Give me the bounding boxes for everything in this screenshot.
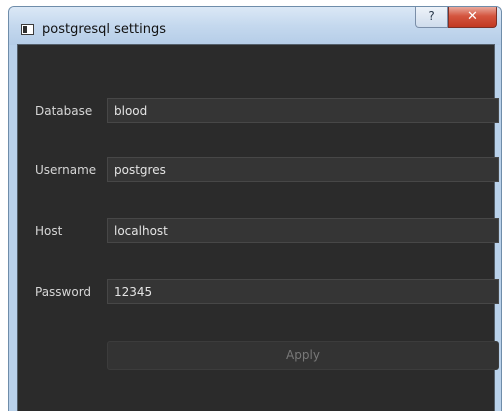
username-label: Username bbox=[35, 163, 97, 177]
database-input[interactable] bbox=[107, 98, 499, 123]
apply-button[interactable]: Apply bbox=[107, 341, 499, 370]
settings-form: Database Username Host Password Apply bbox=[17, 44, 499, 411]
close-button[interactable]: ✕ bbox=[448, 7, 497, 28]
settings-window: postgresql settings ? ✕ Database Usernam… bbox=[8, 6, 502, 411]
host-label: Host bbox=[35, 224, 63, 238]
username-input[interactable] bbox=[107, 157, 499, 182]
help-icon: ? bbox=[428, 9, 435, 23]
help-button[interactable]: ? bbox=[415, 7, 448, 28]
database-label: Database bbox=[35, 104, 93, 118]
app-icon bbox=[21, 24, 34, 35]
password-label: Password bbox=[35, 285, 92, 299]
close-icon: ✕ bbox=[467, 9, 478, 24]
window-title: postgresql settings bbox=[42, 22, 166, 37]
password-input[interactable] bbox=[107, 279, 499, 304]
title-bar[interactable]: postgresql settings ? ✕ bbox=[9, 7, 501, 45]
host-input[interactable] bbox=[107, 218, 499, 243]
